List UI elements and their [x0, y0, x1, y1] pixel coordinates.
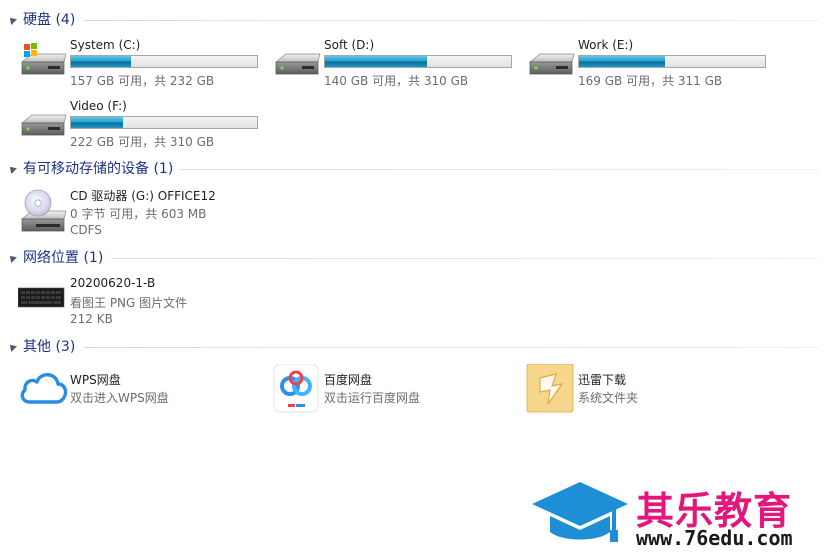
group-title: 硬盘 (4)	[23, 12, 76, 28]
group-title: 其他 (3)	[23, 339, 76, 355]
drive-space-info: 157 GB 可用，共 232 GB	[70, 74, 215, 88]
drive-item-e[interactable]: Work (E:) 169 GB 可用，共 311 GB	[526, 38, 771, 88]
hard-drive-icon	[529, 53, 575, 75]
other-item-desc: 双击进入WPS网盘	[70, 391, 169, 405]
group-divider	[111, 257, 819, 259]
other-item-name: 迅雷下载	[578, 373, 627, 387]
other-item-name: 百度网盘	[324, 373, 373, 387]
thunder-download-item[interactable]: 迅雷下载 系统文件夹	[526, 364, 771, 414]
group-divider	[181, 168, 819, 170]
group-header-network[interactable]: 网络位置 (1)	[7, 247, 819, 267]
drive-usage-fill	[579, 56, 665, 67]
drive-item-c[interactable]: System (C:) 157 GB 可用，共 232 GB	[18, 38, 263, 88]
group-divider	[83, 19, 819, 21]
drive-usage-bar	[578, 55, 766, 68]
cd-filesystem: CDFS	[70, 223, 102, 237]
watermark-url: www.76edu.com	[636, 526, 793, 550]
group-header-other[interactable]: 其他 (3)	[7, 336, 819, 356]
collapse-arrow-icon[interactable]	[7, 164, 17, 174]
group-header-removable[interactable]: 有可移动存储的设备 (1)	[7, 158, 819, 178]
baidu-netdisk-item[interactable]: 百度网盘 双击运行百度网盘	[272, 364, 517, 414]
drive-name: Video (F:)	[70, 99, 127, 113]
drive-usage-bar	[70, 55, 258, 68]
thunder-folder-icon	[526, 364, 574, 413]
drive-name: System (C:)	[70, 38, 141, 52]
network-file-type: 看图王 PNG 图片文件	[70, 296, 188, 310]
group-title: 有可移动存储的设备 (1)	[23, 161, 174, 177]
group-divider	[83, 346, 819, 348]
drive-space-info: 222 GB 可用，共 310 GB	[70, 135, 215, 149]
png-thumbnail-icon	[18, 287, 65, 308]
drive-usage-bar	[324, 55, 512, 68]
other-item-name: WPS网盘	[70, 373, 121, 387]
windows-drive-icon	[21, 43, 67, 75]
cd-drive-name: CD 驱动器 (G:) OFFICE12	[70, 189, 216, 203]
network-file-item[interactable]: 20200620-1-B 看图王 PNG 图片文件 212 KB	[18, 276, 263, 328]
drive-usage-bar	[70, 116, 258, 129]
collapse-arrow-icon[interactable]	[7, 253, 17, 263]
drive-name: Soft (D:)	[324, 38, 375, 52]
cd-drive-icon	[21, 189, 67, 232]
cd-space-info: 0 字节 可用，共 603 MB	[70, 207, 207, 221]
drive-usage-fill	[71, 117, 124, 128]
drive-space-info: 169 GB 可用，共 311 GB	[578, 74, 723, 88]
drive-space-info: 140 GB 可用，共 310 GB	[324, 74, 469, 88]
baidu-netdisk-icon	[273, 364, 319, 413]
wps-cloud-item[interactable]: WPS网盘 双击进入WPS网盘	[18, 364, 263, 414]
drive-usage-fill	[71, 56, 131, 67]
hard-drive-icon	[275, 53, 321, 75]
collapse-arrow-icon[interactable]	[7, 15, 17, 25]
watermark-logo: 其乐教育 www.76edu.com	[528, 474, 825, 556]
group-title: 网络位置 (1)	[23, 250, 104, 266]
drive-item-d[interactable]: Soft (D:) 140 GB 可用，共 310 GB	[272, 38, 517, 88]
other-item-desc: 系统文件夹	[578, 391, 639, 405]
cd-drive-item[interactable]: CD 驱动器 (G:) OFFICE12 0 字节 可用，共 603 MB CD…	[18, 187, 263, 239]
network-file-size: 212 KB	[70, 312, 113, 326]
drive-usage-fill	[325, 56, 428, 67]
group-header-hard-drives[interactable]: 硬盘 (4)	[7, 9, 819, 29]
drive-name: Work (E:)	[578, 38, 634, 52]
graduation-cap-icon	[532, 482, 628, 542]
drive-item-f[interactable]: Video (F:) 222 GB 可用，共 310 GB	[18, 99, 263, 149]
other-item-desc: 双击运行百度网盘	[324, 391, 421, 405]
network-file-name: 20200620-1-B	[70, 276, 156, 290]
hard-drive-icon	[21, 114, 67, 136]
wps-cloud-icon	[20, 373, 68, 404]
collapse-arrow-icon[interactable]	[7, 342, 17, 352]
